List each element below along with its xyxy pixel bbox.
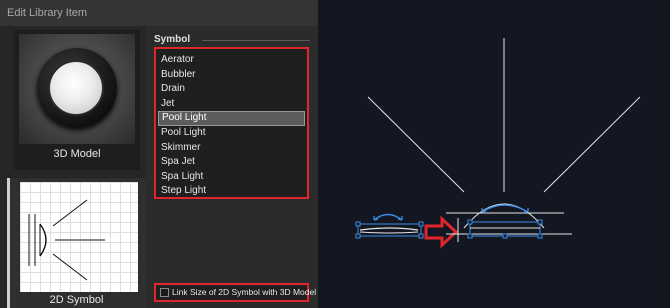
grip-handle[interactable] bbox=[355, 221, 361, 227]
red-arrow-icon bbox=[424, 215, 459, 249]
link-size-checkbox[interactable] bbox=[160, 288, 169, 297]
symbol-item-step-light[interactable]: Step Light bbox=[158, 184, 305, 199]
symbol-2d-thumbnail[interactable]: 2D Symbol bbox=[7, 178, 146, 308]
pool-light-symbol-icon bbox=[28, 199, 105, 281]
symbol-instance-original[interactable] bbox=[355, 213, 424, 239]
symbol-item-bubbler[interactable]: Bubbler bbox=[158, 68, 305, 83]
grip-handle[interactable] bbox=[418, 221, 424, 227]
dialog-title: Edit Library Item bbox=[7, 7, 88, 19]
selection-box bbox=[357, 223, 422, 237]
ray-right bbox=[543, 96, 641, 193]
symbol-header-divider bbox=[202, 40, 310, 41]
dialog-titlebar: Edit Library Item bbox=[0, 0, 318, 26]
cad-drawing bbox=[355, 38, 641, 249]
symbol-instance-resized[interactable] bbox=[446, 203, 572, 242]
symbol-section: Symbol Aerator Bubbler Drain Jet Pool Li… bbox=[146, 26, 318, 308]
symbol-item-aerator[interactable]: Aerator bbox=[158, 53, 305, 68]
symbol-item-jet[interactable]: Jet bbox=[158, 97, 305, 112]
symbol-item-spa-light[interactable]: Spa Light bbox=[158, 170, 305, 185]
symbol-header: Symbol bbox=[154, 34, 191, 45]
cad-viewport[interactable] bbox=[318, 0, 670, 308]
grip-handle[interactable] bbox=[502, 233, 508, 239]
light-lens bbox=[48, 60, 104, 116]
rotate-arc-icon bbox=[481, 204, 529, 213]
selection-accent-bar bbox=[7, 178, 10, 308]
pool-light-3d-image bbox=[19, 34, 135, 144]
edit-library-item-dialog: Edit Library Item 3D Model 2D Symbol Sym… bbox=[0, 0, 318, 308]
model-3d-label: 3D Model bbox=[53, 148, 101, 160]
grip-handle[interactable] bbox=[467, 219, 473, 225]
grip-handle[interactable] bbox=[355, 233, 361, 239]
link-size-label: Link Size of 2D Symbol with 3D Model bbox=[172, 287, 317, 297]
grip-handle[interactable] bbox=[418, 233, 424, 239]
thumbnail-column: 3D Model 2D Symbol bbox=[0, 26, 146, 308]
grip-handle[interactable] bbox=[537, 219, 543, 225]
symbol-item-skimmer[interactable]: Skimmer bbox=[158, 141, 305, 156]
grip-handle[interactable] bbox=[467, 233, 473, 239]
light-dome bbox=[463, 203, 545, 229]
symbol-list[interactable]: Aerator Bubbler Drain Jet Pool Light Poo… bbox=[154, 47, 309, 199]
link-size-option[interactable]: Link Size of 2D Symbol with 3D Model bbox=[154, 283, 316, 302]
symbol-item-pool-light-selected[interactable]: Pool Light bbox=[158, 111, 305, 126]
symbol-2d-label: 2D Symbol bbox=[49, 294, 104, 306]
symbol-2d-grid bbox=[20, 182, 138, 292]
ray-left bbox=[367, 96, 465, 193]
grip-handle[interactable] bbox=[537, 233, 543, 239]
light-bezel bbox=[37, 48, 117, 128]
model-3d-thumbnail[interactable]: 3D Model bbox=[14, 30, 140, 170]
symbol-item-drain[interactable]: Drain bbox=[158, 82, 305, 97]
symbol-item-pool-light[interactable]: Pool Light bbox=[158, 126, 305, 141]
symbol-item-spa-jet[interactable]: Spa Jet bbox=[158, 155, 305, 170]
rotate-arc-icon bbox=[373, 213, 403, 221]
